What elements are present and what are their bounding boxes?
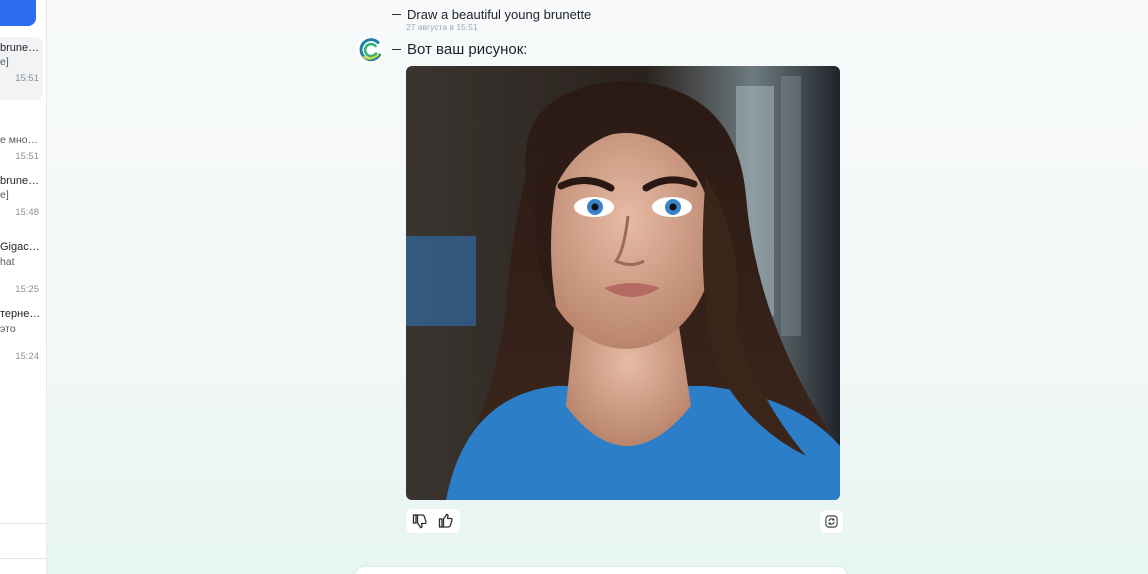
message-timestamp: 27 августа в 15:51 (406, 22, 478, 32)
chat-title: brune… (0, 175, 40, 187)
thumbs-up-icon[interactable] (438, 513, 454, 529)
refresh-icon (825, 515, 838, 528)
chat-subtitle: hat (0, 256, 15, 268)
regenerate-button[interactable] (820, 510, 843, 533)
chat-list-item[interactable]: brune… e] 15:48 (0, 170, 43, 220)
chat-list-item[interactable]: Gigac… hat 15:25 (0, 236, 43, 298)
message-dash (392, 48, 401, 51)
message-input-area[interactable] (355, 567, 847, 574)
user-message-text: Draw a beautiful young brunette (407, 7, 592, 22)
chat-time: 15:25 (15, 284, 39, 295)
bot-message-text: Вот ваш рисунок: (407, 41, 528, 58)
chat-subtitle: е мно… (0, 134, 39, 146)
chat-time: 15:51 (15, 151, 39, 162)
chat-subtitle: e] (0, 56, 9, 68)
chat-subtitle: это (0, 323, 16, 335)
user-message: Draw a beautiful young brunette (392, 7, 591, 22)
chat-time: 15:48 (15, 207, 39, 218)
message-dash (392, 13, 401, 16)
generated-image[interactable] (406, 66, 840, 500)
chat-title: Gigac… (0, 241, 40, 253)
feedback-group (406, 509, 460, 533)
gigachat-logo-icon (356, 36, 384, 64)
sidebar: brune… e] 15:51 е мно… 15:51 brune… e] 1… (0, 0, 47, 574)
chat-subtitle: e] (0, 189, 9, 201)
chat-title: терне… (0, 308, 41, 320)
chat-list-item[interactable]: терне… это 15:24 (0, 303, 43, 365)
sidebar-divider (0, 523, 46, 524)
chat-list-item[interactable]: е мно… 15:51 (0, 128, 43, 168)
new-chat-button[interactable] (0, 0, 36, 26)
chat-time: 15:51 (15, 73, 39, 84)
bot-message: Вот ваш рисунок: (392, 41, 527, 58)
chat-time: 15:24 (15, 351, 39, 362)
sidebar-divider (0, 558, 46, 559)
thumbs-down-icon[interactable] (412, 513, 428, 529)
chat-list-item[interactable]: brune… e] 15:51 (0, 37, 43, 100)
chat-title: brune… (0, 42, 40, 54)
